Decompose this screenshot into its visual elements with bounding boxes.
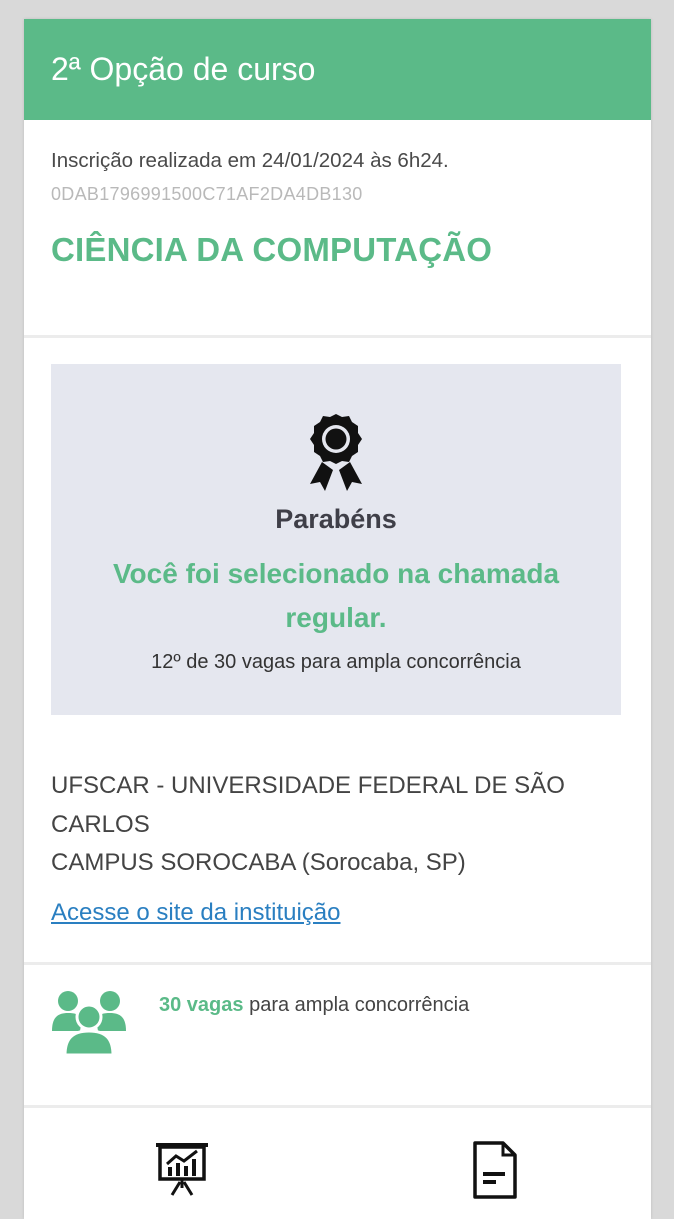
course-option-card: 2ª Opção de curso Inscrição realizada em…: [24, 19, 651, 1219]
selection-message: Você foi selecionado na chamada regular.: [112, 558, 560, 633]
card-header: 2ª Opção de curso: [24, 19, 651, 120]
institution-campus: CAMPUS SOROCABA (Sorocaba, SP): [51, 849, 466, 876]
result-panel: Parabéns Você foi selecionado na chamada…: [51, 364, 621, 715]
registration-date: Inscrição realizada em 24/01/2024 às 6h2…: [51, 149, 449, 172]
vacancies-count: 30 vagas: [159, 994, 244, 1016]
institution-site-link[interactable]: Acesse o site da instituição: [51, 899, 341, 927]
vacancies-label: para ampla concorrência: [243, 994, 470, 1016]
card-title: 2ª Opção de curso: [51, 51, 316, 87]
divider: [24, 335, 651, 338]
selection-position: 12º de 30 vagas para ampla concorrência: [151, 651, 521, 673]
registration-code: 0DAB1796991500C71AF2DA4DB130: [51, 184, 363, 204]
document-icon[interactable]: [467, 1140, 523, 1200]
group-icon: [52, 991, 126, 1055]
institution-info: UFSCAR - UNIVERSIDADE FEDERAL DE SÃO CAR…: [51, 767, 611, 883]
congrats-title: Parabéns: [275, 504, 397, 534]
vacancies-info: 30 vagas para ampla concorrência: [159, 994, 469, 1017]
presentation-chart-icon[interactable]: [154, 1140, 210, 1200]
course-name: CIÊNCIA DA COMPUTAÇÃO: [51, 231, 493, 268]
divider: [24, 962, 651, 965]
institution-name: UFSCAR - UNIVERSIDADE FEDERAL DE SÃO CAR…: [51, 772, 565, 838]
award-icon: [310, 414, 362, 491]
divider: [24, 1105, 651, 1108]
